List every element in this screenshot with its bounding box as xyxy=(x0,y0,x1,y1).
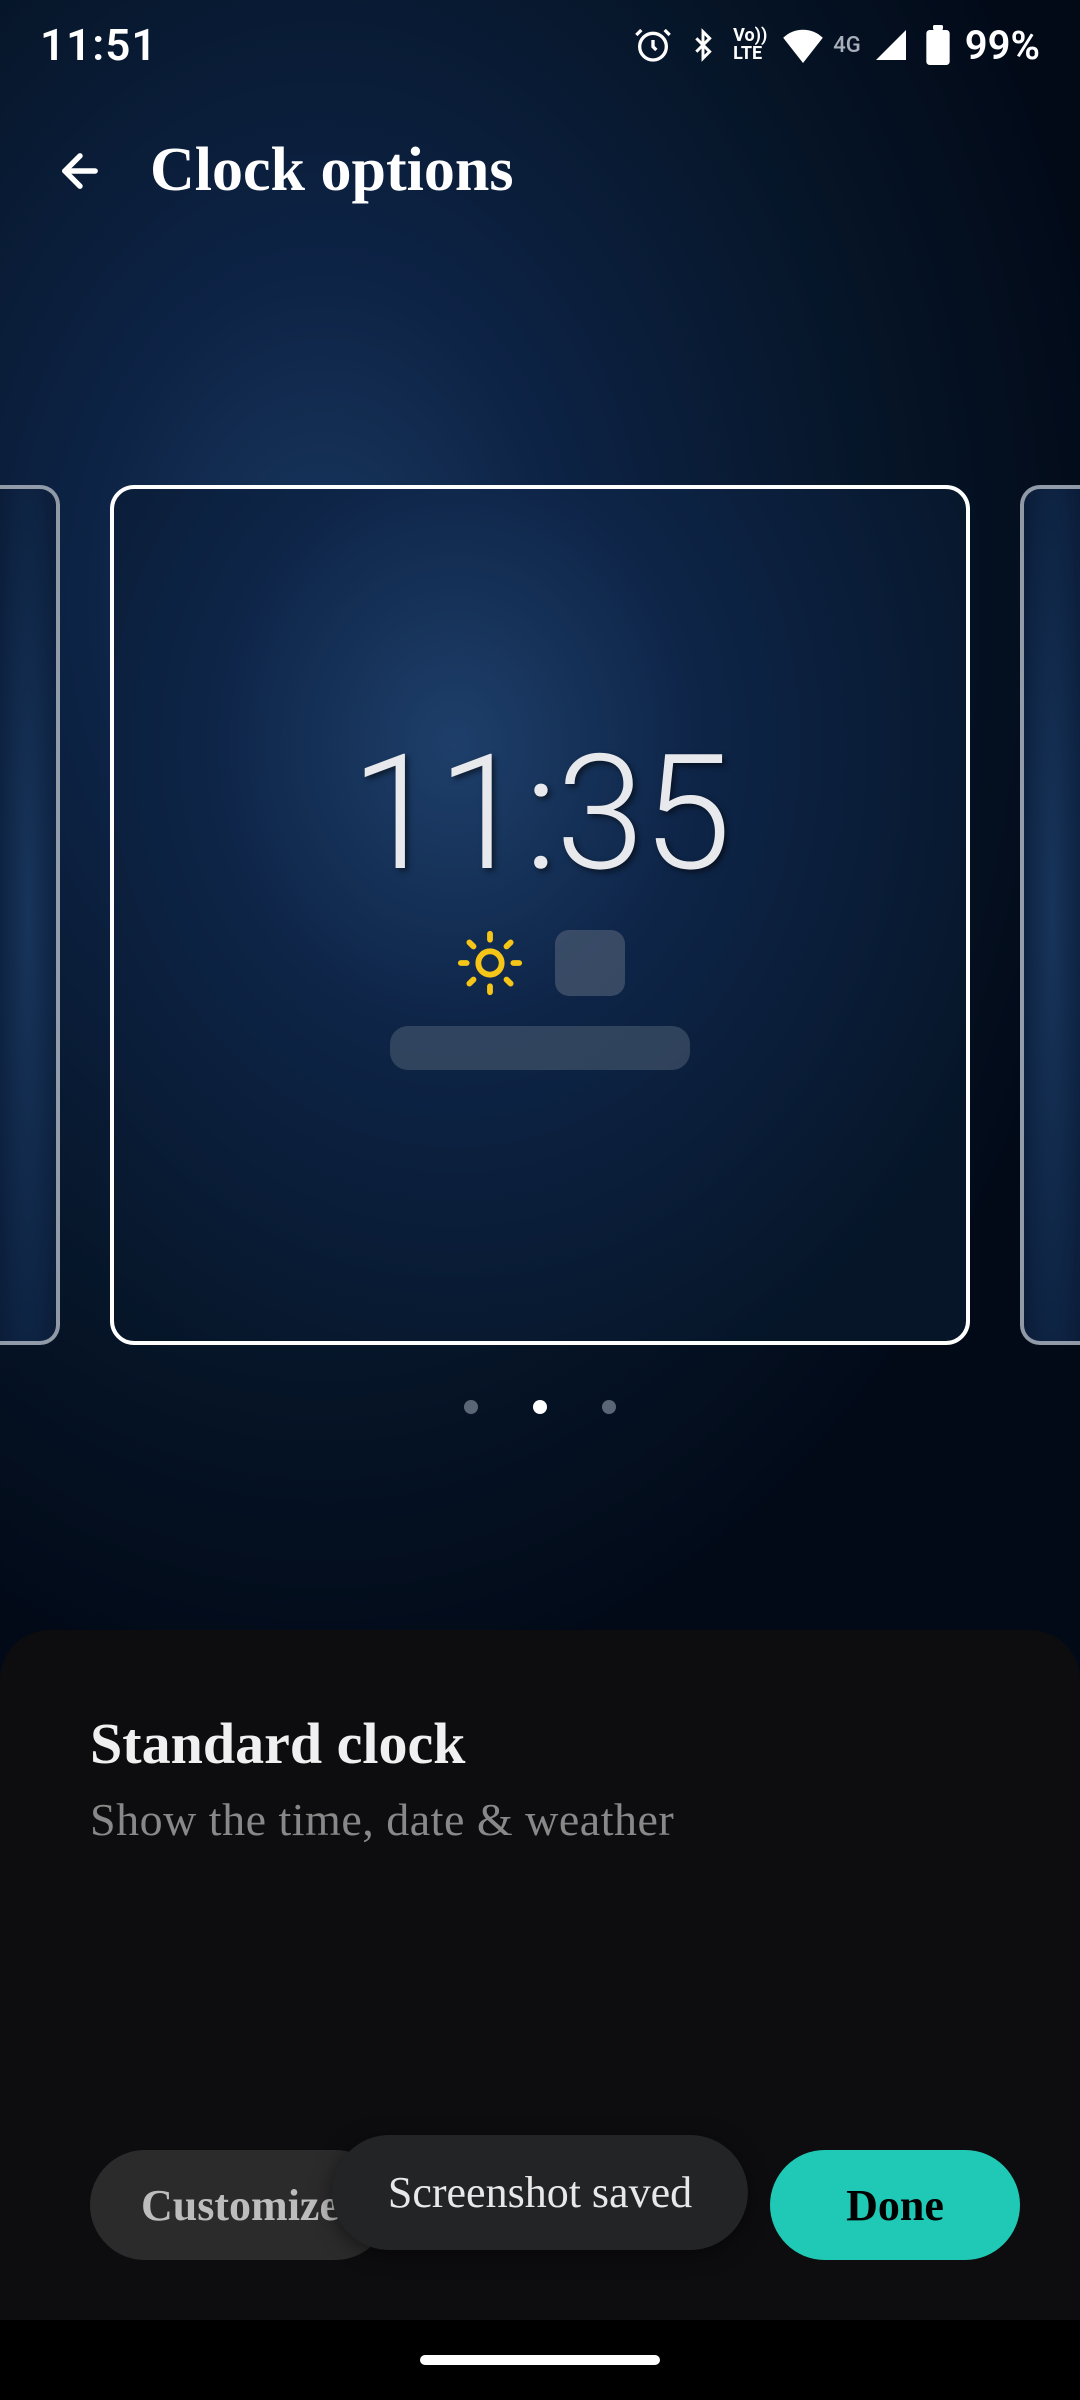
bluetooth-icon xyxy=(687,25,719,65)
clock-card-next[interactable] xyxy=(1020,485,1080,1345)
preview-time: 11:35 xyxy=(351,721,730,908)
preview-date-placeholder xyxy=(390,1026,690,1070)
pager-dot-1[interactable] xyxy=(533,1400,547,1414)
preview-temp-placeholder xyxy=(555,930,625,996)
pager-dots xyxy=(0,1400,1080,1414)
wifi-icon xyxy=(781,27,825,63)
arrow-left-icon xyxy=(54,145,106,197)
status-bar: 11:51 Vo)) LTE 4G 99% xyxy=(0,0,1080,90)
done-button[interactable]: Done xyxy=(770,2150,1020,2260)
battery-icon xyxy=(925,25,951,65)
page-title: Clock options xyxy=(150,135,513,206)
signal-icon xyxy=(871,27,911,63)
clock-card-prev[interactable] xyxy=(0,485,60,1345)
clock-description: Show the time, date & weather xyxy=(90,1793,990,1846)
sun-icon xyxy=(455,928,525,998)
status-time: 11:51 xyxy=(40,19,158,71)
network-4g-label: 4G xyxy=(833,33,861,58)
battery-percentage: 99% xyxy=(965,22,1040,69)
volte-bottom: LTE xyxy=(733,45,767,63)
toast[interactable]: Screenshot saved xyxy=(332,2135,748,2250)
toast-message: Screenshot saved xyxy=(388,2168,692,2217)
status-right: Vo)) LTE 4G 99% xyxy=(633,22,1040,69)
clock-name: Standard clock xyxy=(90,1710,990,1777)
alarm-icon xyxy=(633,25,673,65)
clock-carousel[interactable]: 11:35 xyxy=(0,485,1080,1345)
pager-dot-0[interactable] xyxy=(464,1400,478,1414)
preview-weather-row xyxy=(455,928,625,998)
navigation-bar xyxy=(0,2320,1080,2400)
volte-icon: Vo)) LTE xyxy=(733,27,767,63)
back-button[interactable] xyxy=(50,141,110,201)
nav-handle[interactable] xyxy=(420,2355,660,2365)
header: Clock options xyxy=(50,135,513,206)
clock-card-selected[interactable]: 11:35 xyxy=(110,485,970,1345)
pager-dot-2[interactable] xyxy=(602,1400,616,1414)
